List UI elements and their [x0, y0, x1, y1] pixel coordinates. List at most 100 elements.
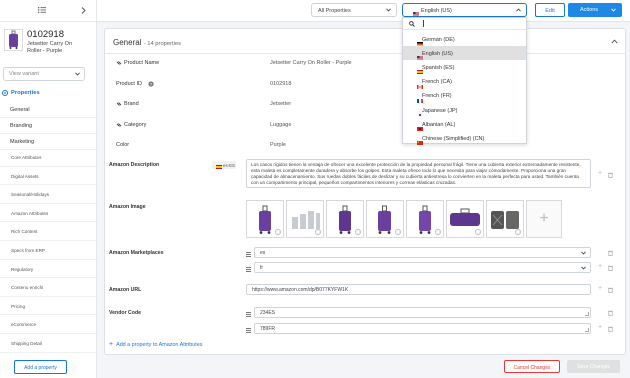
zoom-icon[interactable] — [395, 229, 401, 235]
amazon-url-input[interactable]: https://www.amazon.com/dp/B077KYFW1K — [246, 284, 591, 295]
add-value-icon[interactable]: + — [598, 324, 602, 331]
list-view-icon[interactable] — [38, 7, 46, 13]
sidebar-item-regulatory[interactable]: Regulatory — [0, 260, 97, 279]
actions-button[interactable]: Actions — [568, 3, 622, 17]
amazon-image-tile[interactable] — [446, 200, 484, 238]
add-value-icon[interactable]: + — [598, 263, 602, 270]
drag-handle-icon[interactable] — [246, 328, 251, 335]
zoom-icon[interactable] — [315, 229, 321, 235]
product-id: 0102918 — [27, 29, 64, 40]
chevron-down-icon — [581, 266, 586, 270]
marketplace-select[interactable]: fr — [254, 262, 591, 273]
zoom-icon[interactable] — [355, 229, 361, 235]
chevron-right-icon[interactable] — [81, 7, 86, 14]
trash-icon[interactable] — [608, 265, 613, 271]
property-count: - 14 properties — [143, 41, 182, 47]
trash-icon[interactable] — [608, 287, 613, 293]
sidebar-item-rich-content[interactable]: Rich Content — [0, 222, 97, 241]
zoom-icon[interactable] — [435, 229, 441, 235]
product-thumbnail — [4, 29, 23, 51]
sidebar-item-general[interactable]: General — [0, 102, 97, 118]
us-flag-icon — [410, 51, 423, 61]
language-option-es[interactable]: Spanish (ES) — [403, 60, 526, 75]
zoom-icon[interactable] — [515, 229, 521, 235]
language-option-al[interactable]: Albanian (AL) — [403, 117, 526, 132]
de-flag-icon — [410, 37, 423, 46]
amazon-image-tile[interactable] — [286, 200, 324, 238]
fr-flag-icon — [410, 94, 423, 103]
card-title: General - 14 properties — [113, 38, 182, 47]
sidebar-item-shipping-detail[interactable]: Shipping Detail — [0, 334, 97, 353]
vendor-code-input[interactable]: 234ES — [254, 307, 591, 318]
add-image-button[interactable]: + — [526, 200, 562, 238]
general-properties-card: General - 14 properties — [104, 28, 626, 355]
trash-icon[interactable] — [608, 310, 613, 316]
product-id-label: Product ID — [116, 81, 142, 87]
sidebar-item-amazon-attributes[interactable]: Amazon Attributes — [0, 204, 97, 223]
add-property-button[interactable]: Add a property — [14, 360, 67, 374]
edit-button[interactable]: Edit — [535, 3, 565, 17]
sidebar-item-pricing[interactable]: Pricing — [0, 297, 97, 316]
language-option-fr[interactable]: French (FR) — [403, 89, 526, 103]
sidebar-item-core-attributes[interactable]: Core Attributes — [0, 148, 97, 167]
amazon-image-tile[interactable] — [246, 200, 284, 238]
zoom-icon[interactable] — [275, 229, 281, 235]
save-changes-button[interactable]: Save Changes — [567, 360, 620, 373]
al-flag-icon — [410, 122, 423, 132]
add-value-icon[interactable]: + — [598, 285, 602, 292]
cancel-changes-button[interactable]: Cancel Changes — [504, 360, 560, 373]
language-select[interactable]: English (US) — [402, 3, 527, 17]
chevron-up-icon[interactable] — [611, 39, 618, 44]
product-name-label: Product Name — [124, 60, 160, 66]
add-value-icon[interactable]: + — [598, 170, 602, 177]
view-variant-select[interactable]: View variant — [3, 67, 85, 81]
amazon-description-textarea[interactable]: Los casos rígidos tienen la ventaja de o… — [246, 159, 591, 188]
language-option-de[interactable]: German (DE) — [403, 32, 526, 46]
sidebar-item-digital-assets[interactable]: Digital Assets — [0, 167, 97, 186]
link-icon — [116, 60, 122, 66]
chevron-down-icon — [581, 251, 586, 255]
properties-filter-select[interactable]: All Properties — [311, 3, 397, 17]
language-option-ca[interactable]: French (CA) — [403, 75, 526, 89]
language-option-us[interactable]: English (US) — [403, 46, 526, 61]
add-amazon-attribute-link[interactable]: + Add a property to Amazon Attributes — [109, 341, 202, 348]
help-icon[interactable]: ? — [148, 81, 154, 87]
us-flag-icon — [408, 8, 419, 16]
properties-heading[interactable]: Properties — [2, 89, 97, 99]
product-name-value: Jetsetter Carry On Roller - Purple — [270, 60, 352, 66]
product-header: 0102918 Jetsetter Carry On Roller - Purp… — [4, 29, 96, 59]
trash-icon[interactable] — [608, 250, 613, 256]
es-flag-icon — [214, 163, 222, 169]
marketplace-select[interactable]: es — [254, 247, 591, 258]
amazon-image-tile[interactable] — [366, 200, 404, 238]
amazon-image-tile[interactable] — [486, 200, 524, 238]
zoom-icon[interactable] — [475, 229, 481, 235]
search-icon — [409, 21, 415, 27]
amazon-url-label: Amazon URL — [109, 287, 142, 293]
amazon-image-tile[interactable] — [406, 200, 444, 238]
drag-handle-icon[interactable] — [246, 267, 251, 274]
language-option-cn[interactable]: Chinese (Simplified) (CN) — [403, 131, 526, 146]
category-value: Luggage — [270, 122, 292, 128]
sidebar-item-ecommerce[interactable]: eCommerce — [0, 315, 97, 334]
property-group-nav: General Branding Marketing — [0, 102, 97, 150]
amazon-description-label: Amazon Description — [109, 162, 160, 168]
drag-handle-icon[interactable] — [246, 252, 251, 259]
language-option-jp[interactable]: Japanese (JP) — [403, 103, 526, 117]
text-caret — [423, 20, 424, 27]
trash-icon[interactable] — [608, 172, 613, 178]
sidebar-item-specs-from-erp[interactable]: Specs from ERP — [0, 241, 97, 260]
sidebar-item-seasonal-holidays[interactable]: Seasonal/Holidays — [0, 185, 97, 204]
resize-handle-icon[interactable] — [585, 328, 589, 332]
drag-handle-icon[interactable] — [246, 312, 251, 319]
category-label: Category — [124, 122, 147, 128]
jp-flag-icon — [410, 108, 423, 117]
sidebar-item-branding[interactable]: Branding — [0, 118, 97, 134]
language-search-input[interactable] — [403, 18, 526, 30]
resize-handle-icon[interactable] — [585, 312, 589, 316]
trash-icon[interactable] — [608, 326, 613, 332]
color-label: Color — [116, 142, 130, 148]
amazon-image-tile[interactable] — [326, 200, 364, 238]
vendor-code-input[interactable]: 789FR — [254, 323, 591, 334]
sidebar-item-contenu-enrichi[interactable]: Contenu enrichi — [0, 278, 97, 297]
